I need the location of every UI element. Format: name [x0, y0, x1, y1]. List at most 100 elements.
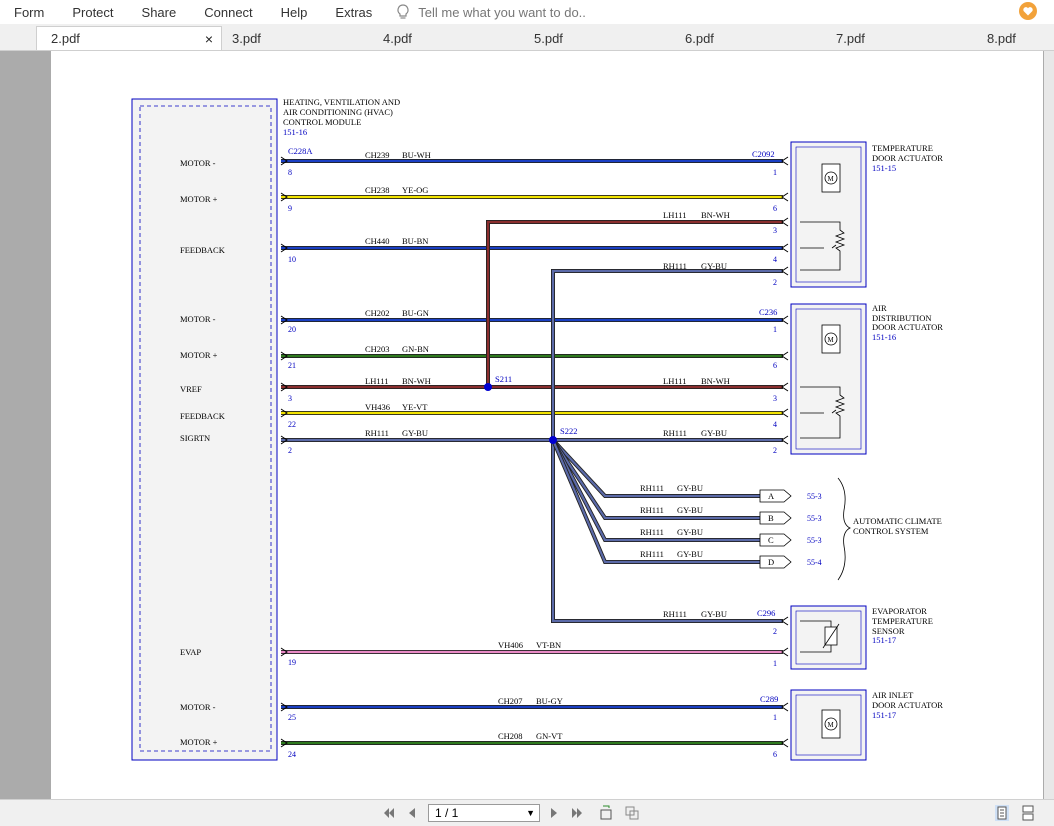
wire-circuit: RH111 [663, 261, 687, 271]
temp-actuator-title-2: DOOR ACTUATOR [872, 153, 943, 163]
svg-text:M: M [828, 336, 835, 344]
menu-share[interactable]: Share [128, 5, 191, 20]
tab-7pdf[interactable]: 7.pdf [822, 26, 972, 50]
temp-actuator-title-1: TEMPERATURE [872, 143, 933, 153]
airdist-title-1: AIR [872, 303, 887, 313]
menu-extras[interactable]: Extras [321, 5, 386, 20]
airinlet-ref: 151-17 [872, 710, 896, 720]
tab-bar: 2.pdf × 3.pdf 4.pdf 5.pdf 6.pdf 7.pdf 8.… [0, 24, 1054, 51]
close-icon[interactable]: × [205, 31, 213, 47]
pin-label: EVAP [180, 647, 201, 657]
first-page-icon[interactable] [380, 805, 396, 821]
airdist-ref: 151-16 [872, 332, 896, 342]
pin-number: 22 [288, 420, 296, 429]
connector-arrow [781, 616, 789, 626]
rotate-view-icon[interactable] [624, 805, 640, 821]
pin-number: 3 [773, 394, 777, 403]
branch-id: C [768, 535, 774, 545]
continuous-view-icon[interactable] [1020, 805, 1036, 821]
splice-label: S222 [560, 426, 577, 436]
pin-number: 24 [288, 750, 296, 759]
wire-circuit: VH436 [365, 402, 390, 412]
pin-label: FEEDBACK [180, 411, 226, 421]
wire-color: GY-BU [402, 428, 428, 438]
connector-arrow [781, 192, 789, 202]
wire-color: BN-WH [402, 376, 431, 386]
chevron-down-icon: ▼ [526, 808, 535, 818]
svg-text:M: M [828, 175, 835, 183]
wiring-diagram: HEATING, VENTILATION AND AIR CONDITIONIN… [131, 97, 943, 761]
evap-ref: 151-17 [872, 635, 896, 645]
document-view[interactable]: HEATING, VENTILATION AND AIR CONDITIONIN… [0, 51, 1054, 799]
wire-color: GN-BN [402, 344, 429, 354]
tab-8pdf[interactable]: 8.pdf [973, 26, 1054, 50]
pin-number: 19 [288, 658, 296, 667]
lightbulb-icon [397, 4, 409, 19]
climate-title-1: AUTOMATIC CLIMATE [853, 516, 942, 526]
wire-circuit: CH238 [365, 185, 390, 195]
tab-3pdf[interactable]: 3.pdf [218, 26, 368, 50]
pin-number: 2 [288, 446, 292, 455]
wire-circuit: RH111 [640, 483, 664, 493]
page-number-select[interactable]: 1 / 1 ▼ [428, 804, 540, 822]
wire-color: GY-BU [701, 261, 727, 271]
fit-page-icon[interactable] [598, 805, 614, 821]
pin-number: 3 [288, 394, 292, 403]
branch-ref: 55-4 [807, 558, 822, 567]
menu-protect[interactable]: Protect [58, 5, 127, 20]
branch-id: D [768, 557, 774, 567]
temp-actuator-ref: 151-15 [872, 163, 896, 173]
menu-help[interactable]: Help [267, 5, 322, 20]
wire-color: GY-BU [701, 428, 727, 438]
last-page-icon[interactable] [570, 805, 586, 821]
branch-ref: 55-3 [807, 492, 822, 501]
wire-circuit: CH440 [365, 236, 390, 246]
wire-circuit: LH111 [663, 210, 686, 220]
connector-arrow [781, 351, 789, 361]
pin-number: 1 [773, 659, 777, 668]
pin-number: 3 [773, 226, 777, 235]
wire-rh111-evap-outline [551, 440, 783, 623]
splice-label: S211 [495, 374, 512, 384]
previous-page-icon[interactable] [404, 805, 420, 821]
wire-circuit: LH111 [663, 376, 686, 386]
wire-color: GY-BU [677, 483, 703, 493]
pin-number: 6 [773, 361, 777, 370]
tell-me-search[interactable]: Tell me what you want to do.. [396, 4, 586, 20]
connector-arrow [781, 315, 789, 325]
next-page-icon[interactable] [546, 805, 562, 821]
single-page-view-icon[interactable] [994, 805, 1010, 821]
pin-label: MOTOR + [180, 350, 218, 360]
vertical-scrollbar[interactable] [1044, 51, 1054, 799]
tab-4pdf[interactable]: 4.pdf [369, 26, 519, 50]
module-title-1: HEATING, VENTILATION AND [283, 97, 400, 107]
wire-color: BU-WH [402, 150, 431, 160]
pin-number: 6 [773, 204, 777, 213]
pin-number: 20 [288, 325, 296, 334]
pin-number: 2 [773, 278, 777, 287]
pin-label: MOTOR + [180, 737, 218, 747]
connector-arrow [781, 156, 789, 166]
pin-number: 2 [773, 627, 777, 636]
menu-connect[interactable]: Connect [190, 5, 266, 20]
tab-6pdf[interactable]: 6.pdf [671, 26, 821, 50]
pin-number: 1 [773, 168, 777, 177]
pin-number: 21 [288, 361, 296, 370]
pin-number: 4 [773, 420, 777, 429]
airdist-title-3: DOOR ACTUATOR [872, 322, 943, 332]
heart-icon[interactable] [1018, 1, 1038, 21]
module-title-3: CONTROL MODULE [283, 117, 361, 127]
branch-ref: 55-3 [807, 536, 822, 545]
menu-form[interactable]: Form [0, 5, 58, 20]
pin-label: VREF [180, 384, 202, 394]
wire-color: BN-WH [701, 210, 730, 220]
climate-connector-d [759, 555, 792, 569]
tab-2pdf[interactable]: 2.pdf × [36, 26, 222, 50]
climate-connector-b [759, 511, 792, 525]
splice-dot [484, 383, 492, 391]
wire-color: GY-BU [677, 549, 703, 559]
wire-layer [280, 156, 789, 748]
module-title-2: AIR CONDITIONING (HVAC) [283, 107, 393, 117]
tab-5pdf[interactable]: 5.pdf [520, 26, 670, 50]
wire-circuit: CH203 [365, 344, 390, 354]
